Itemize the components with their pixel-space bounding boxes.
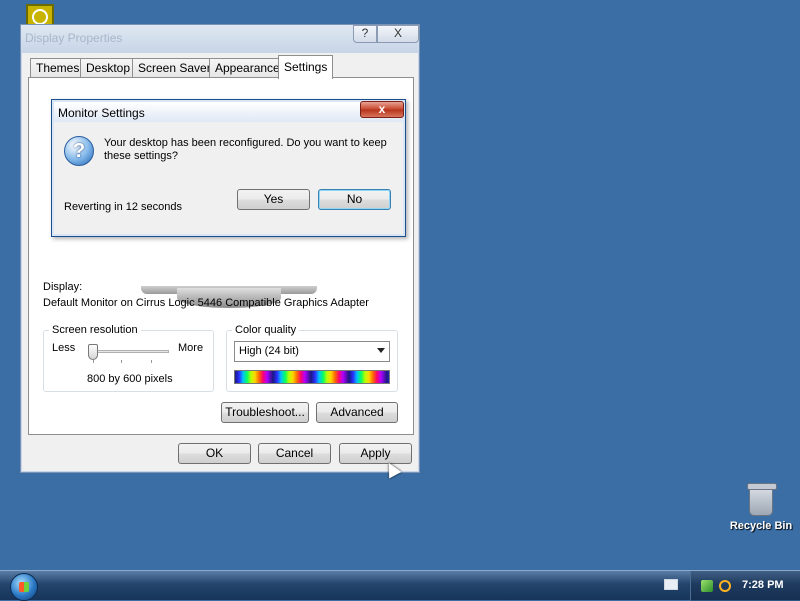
monitor-settings-dialog: Monitor Settings x ? Your desktop has be… <box>51 99 406 237</box>
search-icon[interactable] <box>719 580 731 592</box>
network-icon[interactable] <box>701 580 713 592</box>
troubleshoot-button[interactable]: Troubleshoot... <box>221 402 309 423</box>
question-icon: ? <box>64 136 94 166</box>
cancel-button[interactable]: Cancel <box>258 443 331 464</box>
color-quality-value: High (24 bit) <box>239 345 299 357</box>
resolution-more-label: More <box>178 342 204 354</box>
monitor-settings-title: Monitor Settings <box>58 106 145 120</box>
tab-desktop[interactable]: Desktop <box>80 58 137 78</box>
clock[interactable]: 7:28 PM <box>742 579 784 591</box>
keyboard-icon[interactable] <box>664 579 678 590</box>
confirmation-message: Your desktop has been reconfigured. Do y… <box>104 137 387 162</box>
taskbar: 7:28 PM <box>0 570 800 601</box>
advanced-button[interactable]: Advanced <box>316 402 398 423</box>
recycle-bin-label: Recycle Bin <box>729 520 793 532</box>
no-button[interactable]: No <box>318 189 391 210</box>
color-quality-select[interactable]: High (24 bit) <box>234 341 390 362</box>
apply-button[interactable]: Apply <box>339 443 412 464</box>
tab-themes[interactable]: Themes <box>30 58 86 78</box>
tab-settings[interactable]: Settings <box>278 55 334 79</box>
chevron-down-icon[interactable] <box>377 348 385 353</box>
title-bar[interactable]: Display Properties ? X <box>21 25 419 53</box>
display-label: Display: <box>43 281 83 293</box>
slider-tick <box>121 360 122 363</box>
monitor-settings-close-button[interactable]: x <box>360 101 404 118</box>
monitor-settings-title-bar[interactable]: Monitor Settings <box>54 102 403 122</box>
tab-appearance[interactable]: Appearance <box>209 58 286 78</box>
revert-countdown: Reverting in 12 seconds <box>64 201 183 213</box>
recycle-bin-icon <box>747 483 777 516</box>
color-spectrum-preview <box>234 370 390 384</box>
resolution-value: 800 by 600 pixels <box>87 373 173 385</box>
help-button[interactable]: ? <box>353 25 377 43</box>
color-quality-legend: Color quality <box>232 324 300 336</box>
slider-tick <box>151 360 152 363</box>
ok-button[interactable]: OK <box>178 443 251 464</box>
resolution-slider-thumb[interactable] <box>88 344 98 360</box>
display-value: Default Monitor on Cirrus Logic 5446 Com… <box>43 297 369 309</box>
recycle-bin-shortcut[interactable]: Recycle Bin <box>726 483 796 532</box>
slider-tick <box>93 360 94 363</box>
screen-resolution-legend: Screen resolution <box>49 324 141 336</box>
resolution-less-label: Less <box>52 342 76 354</box>
start-button[interactable] <box>10 573 38 601</box>
dialog-title: Display Properties <box>25 31 123 45</box>
display-properties-dialog: Display Properties ? X Themes Desktop Sc… <box>20 24 420 473</box>
close-button[interactable]: X <box>377 25 419 43</box>
yes-button[interactable]: Yes <box>237 189 310 210</box>
resolution-slider-track[interactable] <box>89 350 169 353</box>
tab-screen-saver[interactable]: Screen Saver <box>132 58 217 78</box>
